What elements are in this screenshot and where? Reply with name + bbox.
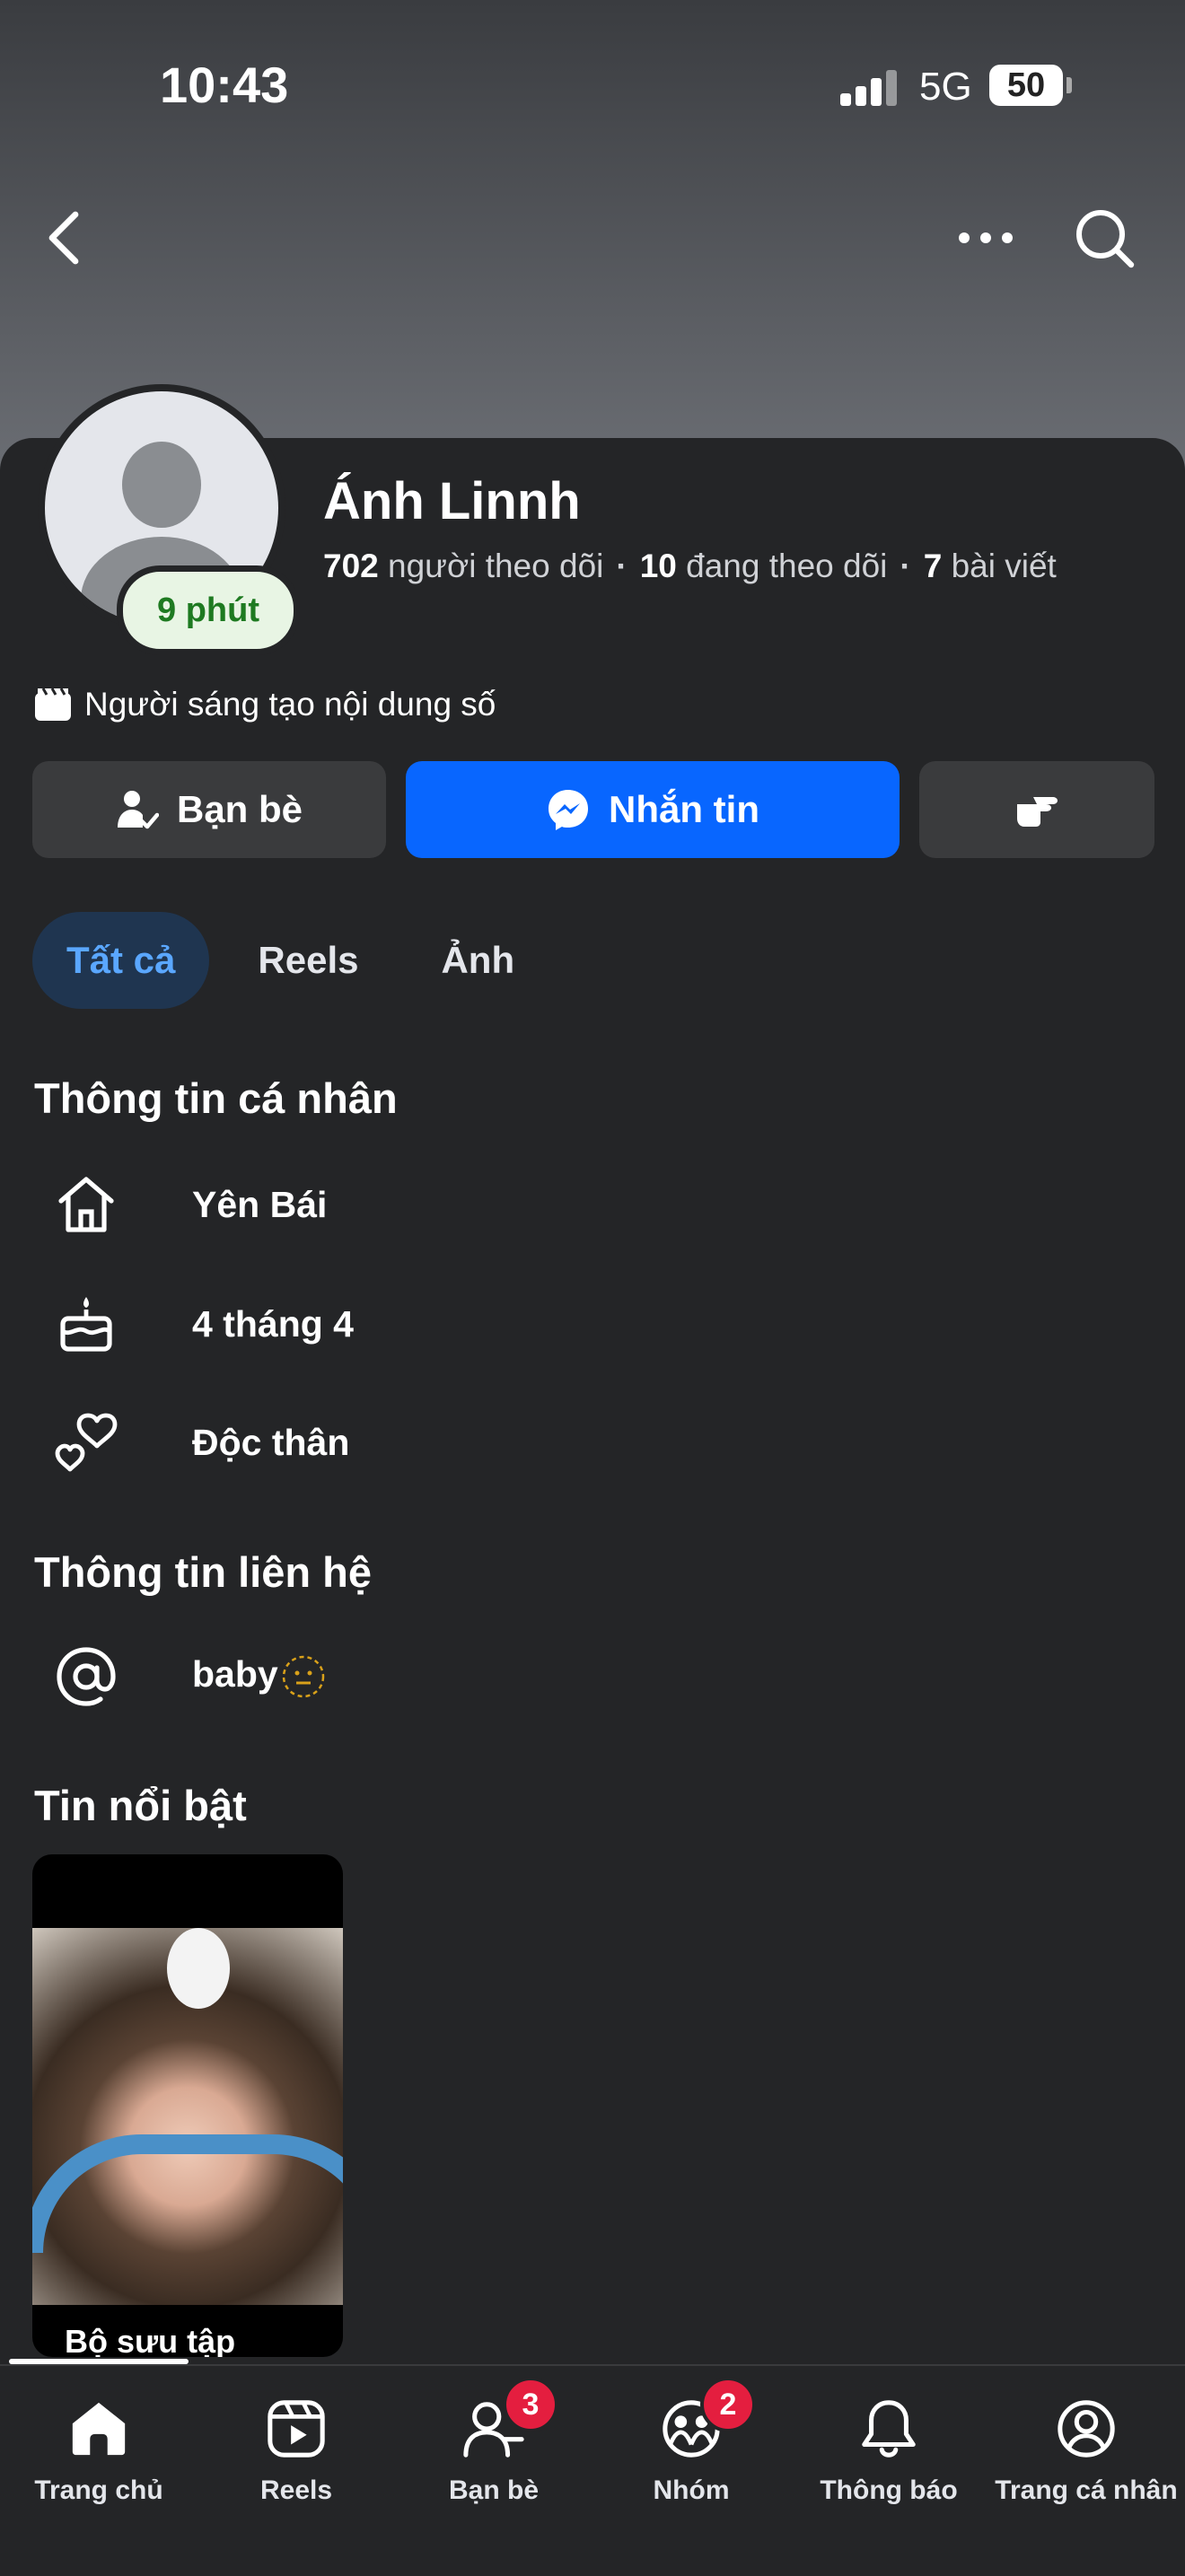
nav-reels[interactable]: Reels (198, 2393, 395, 2506)
poke-button[interactable] (919, 761, 1154, 858)
relationship-text: Độc thân (192, 1421, 350, 1463)
highlight-photo (32, 1928, 343, 2305)
more-options-button[interactable] (950, 202, 1022, 274)
contact-info-title: Thông tin liên hệ (34, 1548, 372, 1596)
tab-all[interactable]: Tất cả (32, 912, 210, 1009)
highlights-title: Tin nổi bật (34, 1782, 247, 1829)
personal-info-title: Thông tin cá nhân (34, 1074, 398, 1122)
hometown-text: Yên Bái (192, 1183, 328, 1225)
nav-notifications-label: Thông báo (820, 2475, 958, 2505)
hearts-icon (50, 1406, 122, 1478)
birthday-text: 4 tháng 4 (192, 1302, 354, 1345)
status-bar: 10:43 5G 50 (0, 0, 1185, 171)
following-label[interactable]: đang theo dõi (686, 548, 887, 584)
nav-friends-label: Bạn bè (448, 2475, 540, 2505)
birthday-cake-icon (50, 1288, 122, 1360)
reels-icon (260, 2393, 332, 2465)
signal-icon (840, 68, 898, 106)
following-count[interactable]: 10 (640, 548, 677, 584)
info-row-relationship: Độc thân (50, 1406, 349, 1478)
nav-notifications[interactable]: Thông báo (790, 2393, 988, 2506)
contact-value: baby (192, 1652, 278, 1695)
friends-icon: 3 (458, 2377, 558, 2465)
home-icon (50, 1169, 122, 1240)
home-icon (63, 2393, 135, 2465)
profile-category: Người sáng tạo nội dung số (34, 686, 496, 723)
nav-profile[interactable]: Trang cá nhân (988, 2393, 1185, 2506)
tab-reels[interactable]: Reels (224, 912, 392, 1009)
back-button[interactable] (27, 202, 99, 274)
nav-groups-label: Nhóm (653, 2475, 730, 2505)
search-icon (1076, 210, 1135, 268)
contact-text: baby (192, 1653, 327, 1700)
friends-button-label: Bạn bè (176, 788, 303, 830)
battery-icon: 50 (989, 65, 1063, 106)
messenger-icon (549, 790, 588, 830)
at-sign-icon (50, 1641, 122, 1713)
nav-reels-label: Reels (259, 2475, 333, 2505)
network-type: 5G (919, 65, 972, 109)
chevron-left-icon (48, 211, 79, 265)
info-row-contact[interactable]: baby (50, 1641, 327, 1713)
nav-profile-label: Trang cá nhân (995, 2475, 1178, 2505)
highlight-label: Bộ sưu tập (65, 2323, 236, 2357)
groups-icon: 2 (655, 2377, 756, 2465)
profile-name: Ánh Linnh (323, 472, 581, 530)
groups-badge: 2 (700, 2377, 756, 2432)
message-button-label: Nhắn tin (609, 788, 759, 830)
nav-groups[interactable]: 2 Nhóm (592, 2377, 790, 2506)
friends-badge: 3 (503, 2377, 558, 2432)
info-row-hometown: Yên Bái (50, 1169, 327, 1240)
search-button[interactable] (1068, 202, 1140, 274)
friends-button[interactable]: Bạn bè (32, 761, 386, 858)
clapperboard-icon (35, 688, 71, 721)
tab-photos[interactable]: Ảnh (407, 912, 549, 1009)
followers-count[interactable]: 702 (323, 548, 379, 584)
highlight-card[interactable]: Bộ sưu tập (32, 1854, 343, 2357)
category-text: Người sáng tạo nội dung số (84, 686, 496, 723)
profile-tabs: Tất cả Reels Ảnh (32, 912, 549, 1009)
neutral-face-emoji-icon (282, 1655, 324, 1698)
more-dots-icon (959, 232, 1013, 243)
bottom-tab-bar: Trang chủ Reels 3 Bạn bè 2 Nhóm Thông bá… (0, 2364, 1185, 2576)
profile-icon (1050, 2393, 1122, 2465)
info-row-birthday: 4 tháng 4 (50, 1288, 354, 1360)
battery-tip (1066, 77, 1072, 93)
bell-icon (853, 2393, 925, 2465)
friend-check-icon (117, 791, 159, 829)
profile-stats: 702 người theo dõi · 10 đang theo dõi · 7 bà… (323, 548, 1057, 584)
poke-hand-icon (1017, 797, 1058, 827)
status-time: 10:43 (160, 57, 289, 113)
last-active-badge: 9 phút (117, 565, 300, 655)
nav-friends[interactable]: 3 Bạn bè (395, 2377, 592, 2506)
followers-label[interactable]: người theo dõi (388, 548, 603, 584)
posts-label: bài viết (951, 548, 1057, 584)
posts-count: 7 (923, 548, 943, 584)
nav-home[interactable]: Trang chủ (0, 2393, 198, 2506)
nav-home-label: Trang chủ (34, 2475, 163, 2505)
message-button[interactable]: Nhắn tin (406, 761, 900, 858)
active-tab-indicator (9, 2359, 189, 2364)
